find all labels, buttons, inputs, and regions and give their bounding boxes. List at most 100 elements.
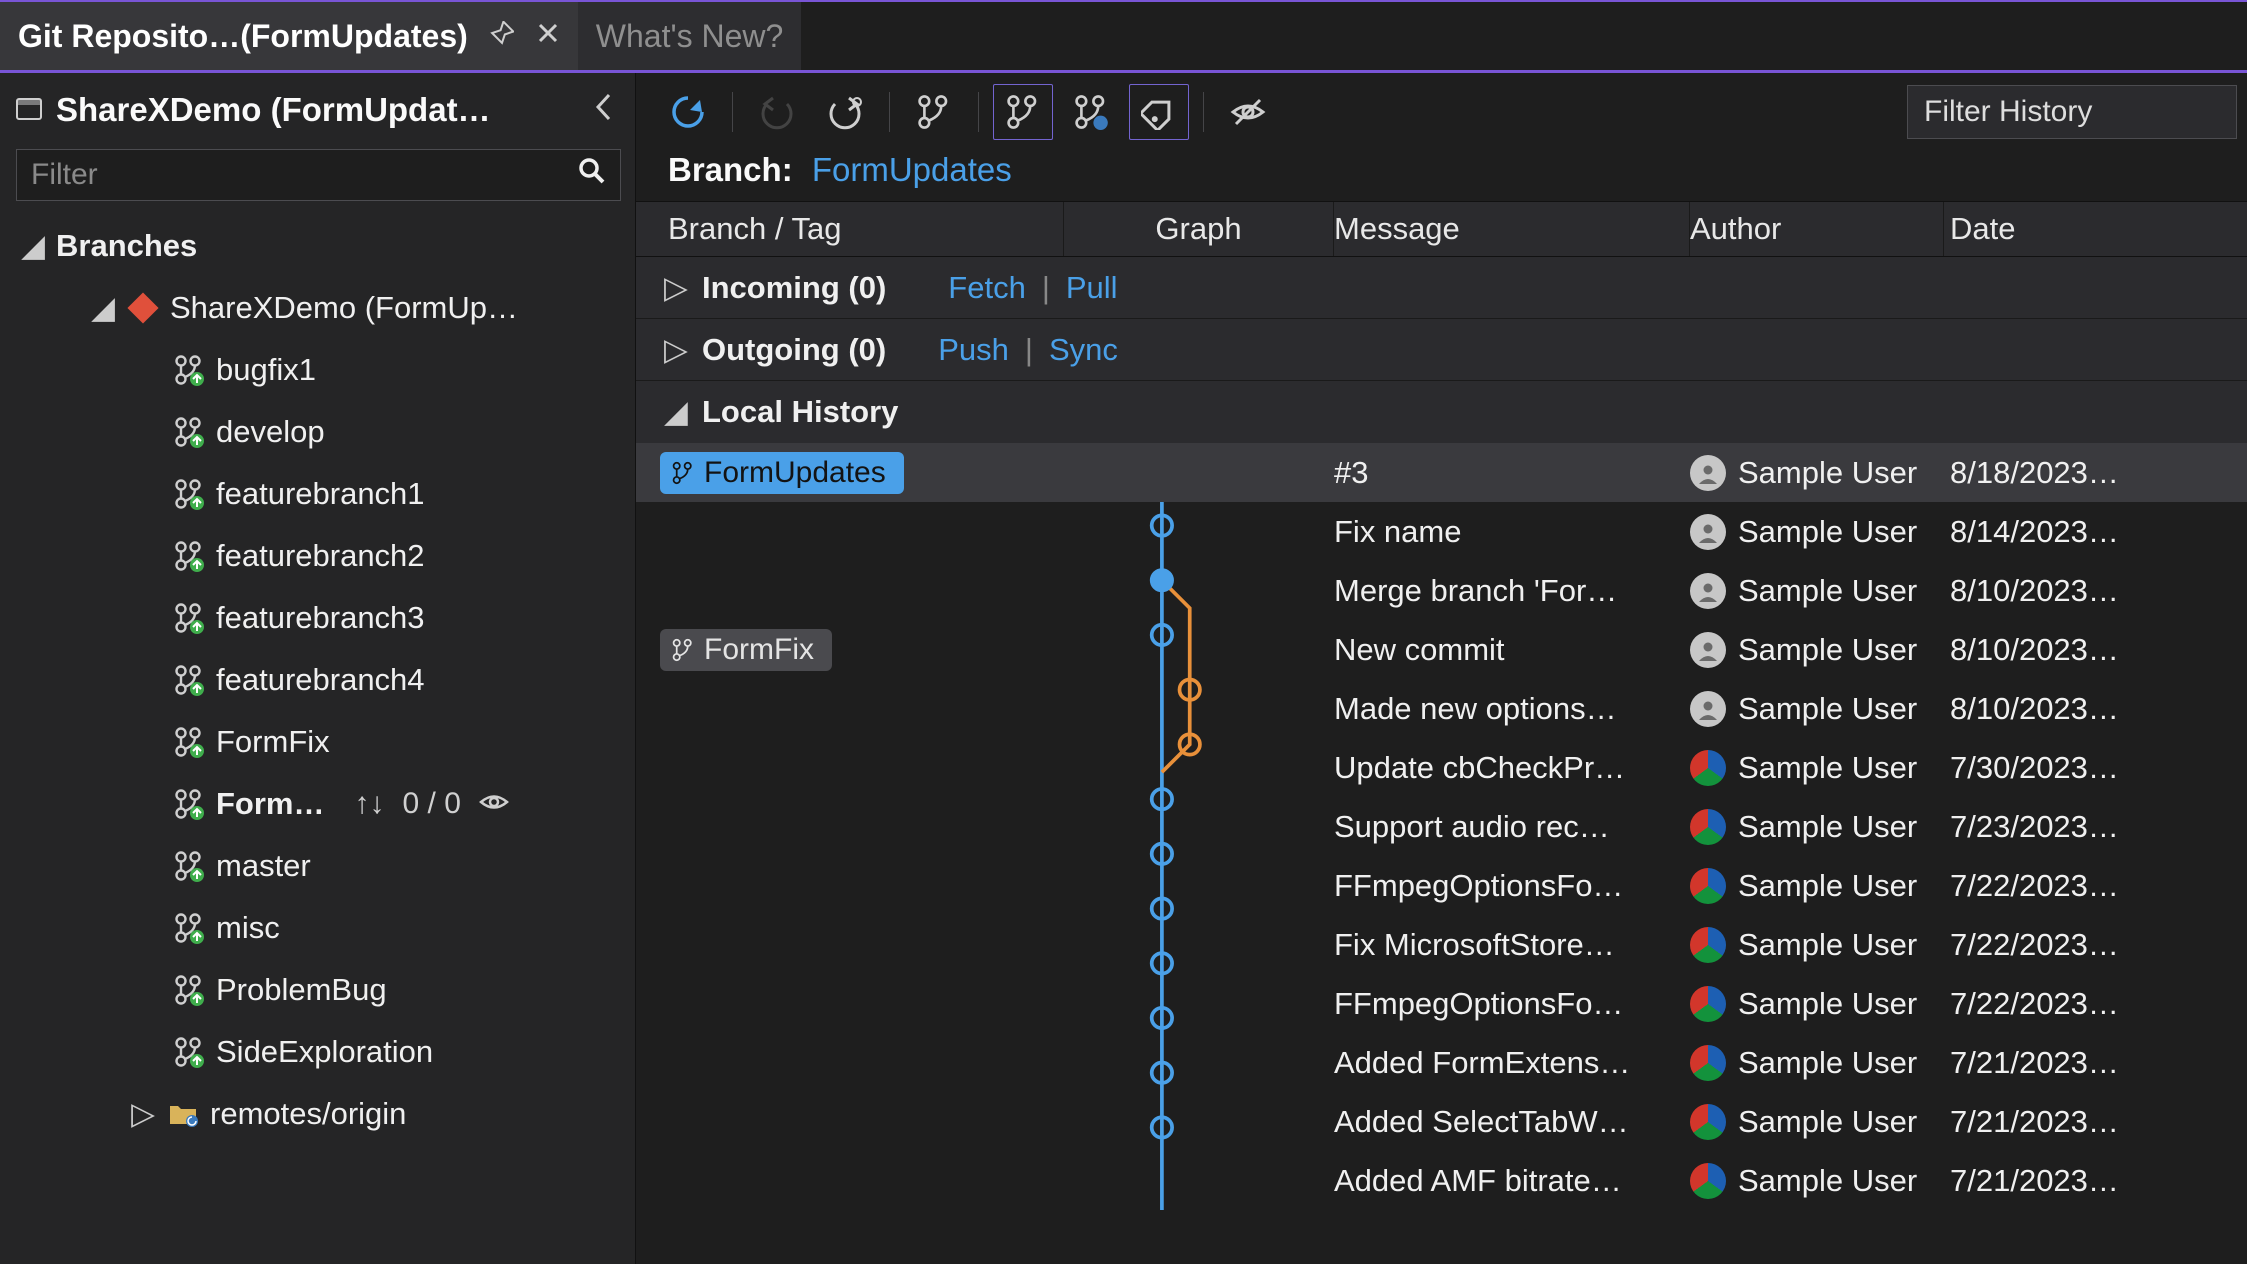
tab-bar: Git Reposito…(FormUpdates) What's New?: [0, 2, 2247, 70]
tags-button[interactable]: [1129, 84, 1189, 140]
commit-message: Added AMF bitrate…: [1334, 1163, 1690, 1199]
chevron-down-icon: ◢: [90, 290, 116, 326]
col-message[interactable]: Message: [1334, 202, 1690, 256]
branch-tag[interactable]: FormUpdates: [660, 452, 904, 494]
branch-item-featurebranch1[interactable]: featurebranch1: [0, 463, 635, 525]
commit-row[interactable]: FFmpegOptionsFo…Sample User7/22/2023…: [636, 856, 2247, 915]
author-name: Sample User: [1738, 691, 1917, 727]
branch-link[interactable]: FormUpdates: [812, 151, 1012, 188]
commit-row[interactable]: Made new options…Sample User8/10/2023…: [636, 679, 2247, 738]
incoming-section[interactable]: ▷ Incoming (0) Fetch | Pull: [636, 257, 2247, 319]
avatar: [1690, 868, 1726, 904]
tab-git-repo[interactable]: Git Reposito…(FormUpdates): [0, 2, 578, 70]
commit-message: Support audio rec…: [1334, 809, 1690, 845]
branch-item-featurebranch3[interactable]: featurebranch3: [0, 587, 635, 649]
author-name: Sample User: [1738, 455, 1917, 491]
remote-branches-button[interactable]: [1061, 84, 1121, 140]
author-name: Sample User: [1738, 632, 1917, 668]
branch-item-form[interactable]: Form…↑↓0 / 0: [0, 773, 635, 835]
local-history-section[interactable]: ◢ Local History: [636, 381, 2247, 443]
commit-row[interactable]: Added AMF bitrate…Sample User7/21/2023…: [636, 1151, 2247, 1210]
col-branch-tag[interactable]: Branch / Tag: [636, 202, 1064, 256]
branch-tag[interactable]: FormFix: [660, 629, 832, 671]
close-icon[interactable]: [536, 21, 560, 52]
avatar: [1690, 1045, 1726, 1081]
branches-tree: ◢ Branches ◢ ShareXDemo (FormUp… bugfix1…: [0, 215, 635, 1264]
redo-button[interactable]: [815, 84, 875, 140]
refresh-button[interactable]: [658, 84, 718, 140]
commit-row[interactable]: FormFixNew commitSample User8/10/2023…: [636, 620, 2247, 679]
branch-indicator: Branch: FormUpdates: [636, 145, 2247, 201]
col-date[interactable]: Date: [1944, 202, 2247, 256]
author-name: Sample User: [1738, 1045, 1917, 1081]
commit-row[interactable]: Update cbCheckPr…Sample User7/30/2023…: [636, 738, 2247, 797]
col-author[interactable]: Author: [1690, 202, 1944, 256]
col-graph[interactable]: Graph: [1064, 202, 1334, 256]
commit-message: Added FormExtens…: [1334, 1045, 1690, 1081]
local-branches-button[interactable]: [993, 84, 1053, 140]
branch-item-master[interactable]: master: [0, 835, 635, 897]
watch-icon[interactable]: [479, 787, 509, 821]
branch-icon: [172, 354, 206, 386]
branch-item-misc[interactable]: misc: [0, 897, 635, 959]
commit-date: 7/23/2023…: [1944, 809, 2247, 845]
author-name: Sample User: [1738, 750, 1917, 786]
sync-link[interactable]: Sync: [1049, 332, 1118, 368]
commit-row[interactable]: Fix nameSample User8/14/2023…: [636, 502, 2247, 561]
branch-item-bugfix1[interactable]: bugfix1: [0, 339, 635, 401]
push-link[interactable]: Push: [938, 332, 1009, 368]
filter-box[interactable]: [16, 149, 621, 201]
chevron-right-icon: ▷: [130, 1096, 156, 1132]
branch-item-sideexploration[interactable]: SideExploration: [0, 1021, 635, 1083]
fetch-link[interactable]: Fetch: [948, 270, 1026, 306]
branch-item-formfix[interactable]: FormFix: [0, 711, 635, 773]
commit-date: 8/18/2023…: [1944, 455, 2247, 491]
repo-node[interactable]: ◢ ShareXDemo (FormUp…: [0, 277, 635, 339]
branch-label: misc: [216, 910, 280, 946]
branch-icon: [172, 602, 206, 634]
branch-item-develop[interactable]: develop: [0, 401, 635, 463]
branch-item-featurebranch2[interactable]: featurebranch2: [0, 525, 635, 587]
commit-row[interactable]: Merge branch 'For…Sample User8/10/2023…: [636, 561, 2247, 620]
branch-icon: [172, 974, 206, 1006]
branch-icon: [172, 664, 206, 696]
branch-icon: [172, 540, 206, 572]
tab-title: Git Reposito…(FormUpdates): [18, 18, 468, 55]
commit-row[interactable]: Added FormExtens…Sample User7/21/2023…: [636, 1033, 2247, 1092]
search-icon[interactable]: [572, 157, 620, 193]
avatar: [1690, 514, 1726, 550]
pin-icon[interactable]: [490, 21, 514, 52]
commit-date: 7/22/2023…: [1944, 927, 2247, 963]
tab-whats-new[interactable]: What's New?: [578, 2, 802, 70]
commit-row[interactable]: Added SelectTabW…Sample User7/21/2023…: [636, 1092, 2247, 1151]
commit-row[interactable]: Support audio rec… Sample User 7/23/2023…: [636, 797, 2247, 856]
branch-icon: [172, 1036, 206, 1068]
author-name: Sample User: [1738, 573, 1917, 609]
commit-row[interactable]: FFmpegOptionsFo…Sample User7/22/2023…: [636, 974, 2247, 1033]
hide-button[interactable]: [1218, 84, 1278, 140]
commit-date: 7/30/2023…: [1944, 750, 2247, 786]
pull-link[interactable]: Pull: [1066, 270, 1118, 306]
filter-history-input[interactable]: Filter History: [1907, 85, 2237, 139]
branches-header[interactable]: ◢ Branches: [0, 215, 635, 277]
commit-row[interactable]: Fix MicrosoftStore…Sample User7/22/2023…: [636, 915, 2247, 974]
branch-icon: [172, 850, 206, 882]
incoming-outgoing-count: 0 / 0: [403, 787, 461, 821]
filter-input[interactable]: [17, 152, 572, 198]
branch-item-problembug[interactable]: ProblemBug: [0, 959, 635, 1021]
back-chevron-icon[interactable]: [587, 89, 621, 131]
commit-row[interactable]: FormUpdates#3Sample User8/18/2023…: [636, 443, 2247, 502]
author-name: Sample User: [1738, 809, 1917, 845]
branch-button[interactable]: [904, 84, 964, 140]
avatar: [1690, 691, 1726, 727]
undo-button[interactable]: [747, 84, 807, 140]
branch-label: featurebranch2: [216, 538, 425, 574]
branch-item-featurebranch4[interactable]: featurebranch4: [0, 649, 635, 711]
chevron-right-icon: ▷: [664, 332, 686, 368]
outgoing-section[interactable]: ▷ Outgoing (0) Push | Sync: [636, 319, 2247, 381]
branch-icon: [172, 912, 206, 944]
commit-list: FormUpdates#3Sample User8/18/2023…Fix na…: [636, 443, 2247, 1210]
avatar: [1690, 632, 1726, 668]
remotes-node[interactable]: ▷ remotes/origin: [0, 1083, 635, 1145]
branch-label: featurebranch4: [216, 662, 425, 698]
